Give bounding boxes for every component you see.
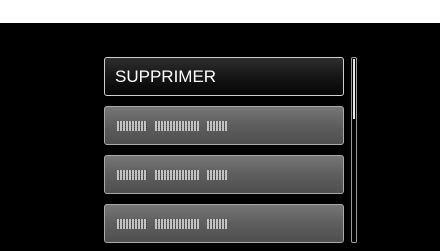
obscured-label [117, 120, 267, 132]
menu-scrollbar[interactable] [351, 57, 357, 243]
obscured-label [117, 218, 267, 230]
obscured-label [117, 169, 267, 181]
scrollbar-thumb[interactable] [353, 59, 355, 120]
menu-item-supprimer[interactable]: SUPPRIMER [104, 57, 344, 96]
menu-item-2[interactable] [104, 106, 344, 145]
top-page-strip [0, 0, 440, 23]
menu-item-3[interactable] [104, 155, 344, 194]
menu-item-label: SUPPRIMER [115, 67, 217, 86]
camera-menu-screen: SUPPRIMER [0, 0, 440, 251]
menu-item-4[interactable] [104, 204, 344, 243]
